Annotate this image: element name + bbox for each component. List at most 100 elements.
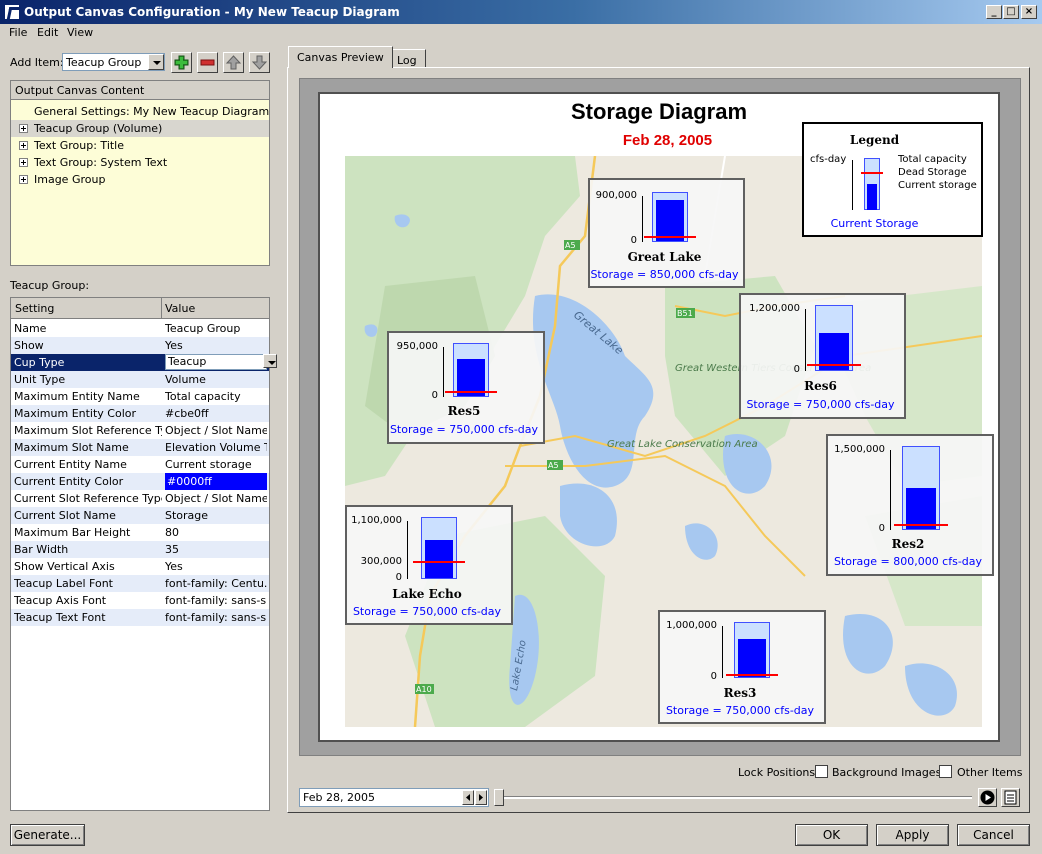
teacup-label: Lake Echo: [392, 587, 462, 601]
remove-button[interactable]: [197, 52, 218, 73]
minimize-button[interactable]: _: [986, 5, 1002, 19]
tree-item-text-title[interactable]: Text Group: Title: [11, 137, 269, 154]
property-row[interactable]: Current Slot Reference Type Object / Slot…: [11, 490, 269, 507]
teacup-great-lake[interactable]: 900,000 0 Great Lake Storage = 850,000 cfs-…: [588, 178, 745, 288]
property-value[interactable]: Total capacity: [165, 390, 267, 403]
add-item-select[interactable]: Teacup Group: [62, 53, 165, 71]
property-row[interactable]: Show Yes: [11, 337, 269, 354]
map-road-shield-label: A5: [565, 241, 576, 250]
app-icon: [4, 4, 20, 20]
map-label-great-lake-conservation: Great Lake Conservation Area: [607, 439, 758, 450]
date-spinner[interactable]: Feb 28, 2005: [299, 788, 489, 807]
move-down-button[interactable]: [249, 52, 270, 73]
move-up-button[interactable]: [223, 52, 244, 73]
property-row[interactable]: Show Vertical Axis Yes: [11, 558, 269, 575]
property-value[interactable]: Storage: [165, 509, 267, 522]
expand-icon[interactable]: [19, 124, 28, 133]
property-setting: Maximum Slot Reference Type: [14, 424, 162, 437]
property-row[interactable]: Current Slot Name Storage: [11, 507, 269, 524]
menu-file[interactable]: File: [9, 26, 27, 39]
teacup-storage-text: Storage = 800,000 cfs-day: [833, 555, 983, 568]
add-button[interactable]: [171, 52, 192, 73]
expand-icon[interactable]: [19, 141, 28, 150]
menu-edit[interactable]: Edit: [37, 26, 58, 39]
property-value[interactable]: Yes: [165, 339, 267, 352]
property-row[interactable]: Bar Width 35: [11, 541, 269, 558]
property-value[interactable]: font-family: sans-s...: [165, 594, 267, 607]
chevron-down-icon[interactable]: [148, 54, 164, 70]
property-value[interactable]: Current storage: [165, 458, 267, 471]
legend-box[interactable]: Legend cfs-day Total capacity Dead Stora…: [802, 122, 983, 237]
generate-button[interactable]: Generate...: [10, 824, 85, 846]
property-value[interactable]: 80: [165, 526, 267, 539]
property-row[interactable]: Teacup Axis Font font-family: sans-s...: [11, 592, 269, 609]
property-value[interactable]: Object / Slot Name: [165, 424, 267, 437]
legend-item-dead: Dead Storage: [898, 167, 967, 178]
property-value[interactable]: font-family: Centu...: [165, 577, 267, 590]
property-value[interactable]: Teacup Group: [165, 322, 267, 335]
ok-button[interactable]: OK: [795, 824, 868, 846]
teacup-storage-text: Storage = 750,000 cfs-day: [389, 423, 539, 436]
property-value[interactable]: #0000ff: [165, 473, 267, 490]
timeline-slider-track[interactable]: [496, 796, 972, 799]
tree-item-text-system[interactable]: Text Group: System Text: [11, 154, 269, 171]
teacup-res3[interactable]: 1,000,000 0 Res3 Storage = 750,000 cfs-day: [658, 610, 826, 724]
teacup-res5[interactable]: 950,000 0 Res5 Storage = 750,000 cfs-day: [387, 331, 545, 444]
cancel-button[interactable]: Cancel: [957, 824, 1030, 846]
property-row[interactable]: Teacup Text Font font-family: sans-s...: [11, 609, 269, 626]
expand-icon[interactable]: [19, 175, 28, 184]
output-canvas-content-tree: Output Canvas Content General Settings: …: [10, 80, 270, 266]
arrow-up-icon: [225, 55, 242, 70]
property-value[interactable]: Yes: [165, 560, 267, 573]
property-row[interactable]: Teacup Label Font font-family: Centu...: [11, 575, 269, 592]
property-row[interactable]: Current Entity Name Current storage: [11, 456, 269, 473]
lock-background-checkbox[interactable]: [815, 765, 828, 778]
tree-item-general-settings[interactable]: General Settings: My New Teacup Diagram: [11, 103, 269, 120]
property-row[interactable]: Maximum Bar Height 80: [11, 524, 269, 541]
property-row[interactable]: Cup Type Teacup: [11, 354, 277, 371]
tree-item-teacup-group[interactable]: Teacup Group (Volume): [11, 120, 269, 137]
teacup-lake-echo[interactable]: 1,100,000 0 300,000 Lake Echo Storage = 750,…: [345, 505, 513, 625]
teacup-res6[interactable]: 1,200,000 0 Res6 Storage = 750,000 cfs-day: [739, 293, 906, 419]
chevron-down-icon[interactable]: [263, 354, 277, 368]
property-row[interactable]: Unit Type Volume: [11, 371, 269, 388]
lock-other-checkbox[interactable]: [939, 765, 952, 778]
tab-log[interactable]: Log: [388, 49, 426, 68]
date-prev-button[interactable]: [462, 790, 474, 805]
timeline-slider-thumb[interactable]: [494, 789, 504, 806]
play-button[interactable]: [978, 788, 997, 807]
close-button[interactable]: ×: [1021, 5, 1037, 19]
legend-axis: [852, 160, 853, 210]
teacup-bottom-tick: 0: [395, 572, 402, 583]
teacup-top-tick: 1,000,000: [666, 620, 717, 631]
property-row[interactable]: Maximum Entity Color #cbe0ff: [11, 405, 269, 422]
property-value[interactable]: #cbe0ff: [165, 407, 267, 420]
property-value[interactable]: Elevation Volume T...: [165, 441, 267, 454]
apply-button[interactable]: Apply: [876, 824, 949, 846]
tree-item-image-group[interactable]: Image Group: [11, 171, 269, 188]
property-row[interactable]: Current Entity Color #0000ff: [11, 473, 269, 490]
maximize-button[interactable]: □: [1003, 5, 1019, 19]
menu-bar: File Edit View: [0, 24, 1042, 42]
property-value[interactable]: Volume: [165, 373, 267, 386]
properties-header: Setting Value: [11, 298, 269, 319]
property-value[interactable]: Teacup: [165, 354, 267, 370]
property-row[interactable]: Name Teacup Group: [11, 320, 269, 337]
date-next-button[interactable]: [475, 790, 487, 805]
teacup-res2[interactable]: 1,500,000 0 Res2 Storage = 800,000 cfs-day: [826, 434, 994, 576]
property-row[interactable]: Maximum Slot Reference TypeObject / Slot…: [11, 422, 269, 439]
teacup-storage-text: Storage = 750,000 cfs-day: [352, 605, 502, 618]
settings-list-button[interactable]: [1001, 788, 1020, 807]
property-value[interactable]: 35: [165, 543, 267, 556]
tree-item-label: General Settings: My New Teacup Diagram: [34, 105, 270, 118]
property-value[interactable]: font-family: sans-s...: [165, 611, 267, 624]
tab-canvas-preview[interactable]: Canvas Preview: [288, 46, 393, 68]
teacup-axis: [642, 196, 643, 242]
property-row[interactable]: Maximum Slot Name Elevation Volume T...: [11, 439, 269, 456]
property-setting: Maximum Entity Color: [14, 407, 137, 420]
expand-icon[interactable]: [19, 158, 28, 167]
property-value[interactable]: Object / Slot Name: [165, 492, 267, 505]
property-row[interactable]: Maximum Entity Name Total capacity: [11, 388, 269, 405]
teacup-axis: [407, 521, 408, 579]
menu-view[interactable]: View: [67, 26, 93, 39]
